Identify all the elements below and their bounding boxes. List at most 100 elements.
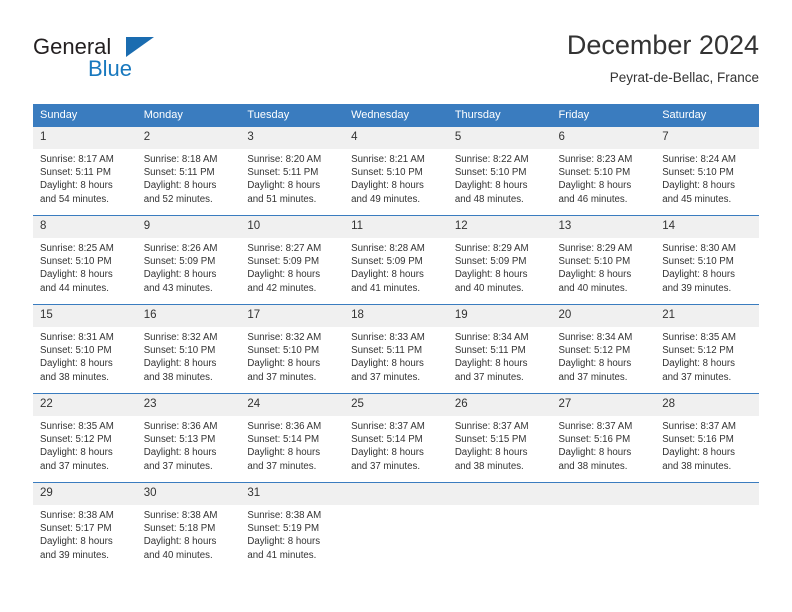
day-cell[interactable]: 4 Sunrise: 8:21 AM Sunset: 5:10 PM Dayli… bbox=[344, 126, 448, 216]
day-cell[interactable]: 9 Sunrise: 8:26 AM Sunset: 5:09 PM Dayli… bbox=[136, 215, 241, 305]
daylight-text-line2: and 37 minutes. bbox=[143, 460, 213, 472]
daylight-text-line1: Daylight: 8 hours bbox=[454, 269, 528, 281]
sunrise-text: Sunrise: 8:20 AM bbox=[247, 154, 322, 165]
day-number: 14 bbox=[655, 216, 759, 238]
day-cell[interactable]: 21 Sunrise: 8:35 AM Sunset: 5:12 PM Dayl… bbox=[655, 304, 759, 394]
calendar-week-row: 1 Sunrise: 8:17 AM Sunset: 5:11 PM Dayli… bbox=[33, 126, 759, 216]
sunset-text: Sunset: 5:13 PM bbox=[143, 434, 216, 446]
daylight-text-line2: and 37 minutes. bbox=[351, 460, 421, 472]
day-details: Sunrise: 8:29 AM Sunset: 5:09 PM Dayligh… bbox=[448, 238, 552, 295]
day-details: Sunrise: 8:37 AM Sunset: 5:16 PM Dayligh… bbox=[655, 416, 759, 473]
sunset-text: Sunset: 5:10 PM bbox=[351, 167, 423, 179]
daylight-text-line2: and 45 minutes. bbox=[662, 193, 732, 205]
page-title: December 2024 bbox=[566, 30, 759, 60]
day-cell[interactable]: 18 Sunrise: 8:33 AM Sunset: 5:11 PM Dayl… bbox=[344, 304, 448, 394]
sunrise-text: Sunrise: 8:36 AM bbox=[247, 421, 322, 432]
sunset-text: Sunset: 5:16 PM bbox=[558, 434, 631, 446]
day-cell[interactable]: 10 Sunrise: 8:27 AM Sunset: 5:09 PM Dayl… bbox=[240, 215, 345, 305]
sunrise-text: Sunrise: 8:38 AM bbox=[40, 510, 114, 521]
day-cell[interactable]: 11 Sunrise: 8:28 AM Sunset: 5:09 PM Dayl… bbox=[344, 215, 448, 305]
sunrise-text: Sunrise: 8:35 AM bbox=[662, 332, 736, 343]
daylight-text-line1: Daylight: 8 hours bbox=[143, 180, 217, 192]
day-details: Sunrise: 8:30 AM Sunset: 5:10 PM Dayligh… bbox=[655, 238, 759, 295]
day-cell[interactable]: 15 Sunrise: 8:31 AM Sunset: 5:10 PM Dayl… bbox=[33, 304, 137, 394]
day-details: Sunrise: 8:35 AM Sunset: 5:12 PM Dayligh… bbox=[655, 327, 759, 384]
daylight-text-line2: and 42 minutes. bbox=[247, 282, 317, 294]
page-subtitle: Peyrat-de-Bellac, France bbox=[609, 70, 759, 85]
logo-text-blue: Blue bbox=[88, 56, 133, 81]
day-details: Sunrise: 8:38 AM Sunset: 5:17 PM Dayligh… bbox=[33, 505, 137, 562]
day-cell[interactable]: 6 Sunrise: 8:23 AM Sunset: 5:10 PM Dayli… bbox=[551, 126, 656, 216]
daylight-text-line1: Daylight: 8 hours bbox=[247, 180, 321, 192]
weekday-header-friday: Friday bbox=[551, 104, 656, 127]
sunrise-text: Sunrise: 8:36 AM bbox=[143, 421, 218, 432]
day-cell[interactable]: 3 Sunrise: 8:20 AM Sunset: 5:11 PM Dayli… bbox=[240, 126, 345, 216]
daylight-text-line1: Daylight: 8 hours bbox=[40, 447, 113, 459]
day-cell[interactable]: 14 Sunrise: 8:30 AM Sunset: 5:10 PM Dayl… bbox=[655, 215, 759, 305]
daylight-text-line1: Daylight: 8 hours bbox=[247, 447, 321, 459]
day-cell[interactable]: 29 Sunrise: 8:38 AM Sunset: 5:17 PM Dayl… bbox=[33, 482, 137, 571]
daylight-text-line1: Daylight: 8 hours bbox=[40, 269, 113, 281]
sunrise-text: Sunrise: 8:34 AM bbox=[558, 332, 633, 343]
day-number: 24 bbox=[240, 394, 345, 416]
daylight-text-line2: and 37 minutes. bbox=[351, 371, 421, 383]
daylight-text-line2: and 43 minutes. bbox=[143, 282, 213, 294]
day-cell[interactable]: 25 Sunrise: 8:37 AM Sunset: 5:14 PM Dayl… bbox=[344, 393, 448, 483]
day-cell[interactable]: 19 Sunrise: 8:34 AM Sunset: 5:11 PM Dayl… bbox=[447, 304, 552, 394]
sunset-text: Sunset: 5:11 PM bbox=[351, 345, 423, 357]
day-cell[interactable]: 23 Sunrise: 8:36 AM Sunset: 5:13 PM Dayl… bbox=[136, 393, 241, 483]
sunset-text: Sunset: 5:14 PM bbox=[351, 434, 423, 446]
daylight-text-line2: and 49 minutes. bbox=[351, 193, 421, 205]
sunset-text: Sunset: 5:10 PM bbox=[454, 167, 527, 179]
sunrise-text: Sunrise: 8:32 AM bbox=[247, 332, 322, 343]
sunrise-text: Sunrise: 8:38 AM bbox=[143, 510, 218, 521]
sunset-text: Sunset: 5:10 PM bbox=[40, 256, 112, 268]
day-cell[interactable]: 5 Sunrise: 8:22 AM Sunset: 5:10 PM Dayli… bbox=[447, 126, 552, 216]
day-number: 17 bbox=[240, 305, 345, 327]
day-cell-empty bbox=[551, 482, 656, 571]
day-details: Sunrise: 8:20 AM Sunset: 5:11 PM Dayligh… bbox=[240, 149, 344, 206]
generalblue-logo[interactable]: General Blue bbox=[33, 34, 263, 90]
day-number: 4 bbox=[344, 127, 448, 149]
day-cell[interactable]: 8 Sunrise: 8:25 AM Sunset: 5:10 PM Dayli… bbox=[33, 215, 137, 305]
sunset-text: Sunset: 5:12 PM bbox=[662, 345, 734, 357]
day-cell[interactable]: 24 Sunrise: 8:36 AM Sunset: 5:14 PM Dayl… bbox=[240, 393, 345, 483]
day-number: 29 bbox=[33, 483, 137, 505]
day-cell[interactable]: 16 Sunrise: 8:32 AM Sunset: 5:10 PM Dayl… bbox=[136, 304, 241, 394]
daylight-text-line2: and 38 minutes. bbox=[40, 371, 109, 383]
day-cell[interactable]: 28 Sunrise: 8:37 AM Sunset: 5:16 PM Dayl… bbox=[655, 393, 759, 483]
sunset-text: Sunset: 5:10 PM bbox=[558, 167, 631, 179]
day-number: 19 bbox=[447, 305, 552, 327]
sunrise-text: Sunrise: 8:18 AM bbox=[143, 154, 218, 165]
day-cell[interactable]: 22 Sunrise: 8:35 AM Sunset: 5:12 PM Dayl… bbox=[33, 393, 137, 483]
day-cell[interactable]: 31 Sunrise: 8:38 AM Sunset: 5:19 PM Dayl… bbox=[240, 482, 345, 571]
sunrise-text: Sunrise: 8:38 AM bbox=[247, 510, 322, 521]
daylight-text-line2: and 38 minutes. bbox=[143, 371, 213, 383]
day-details: Sunrise: 8:34 AM Sunset: 5:12 PM Dayligh… bbox=[552, 327, 656, 384]
day-number bbox=[447, 483, 552, 505]
day-cell[interactable]: 26 Sunrise: 8:37 AM Sunset: 5:15 PM Dayl… bbox=[447, 393, 552, 483]
day-cell[interactable]: 2 Sunrise: 8:18 AM Sunset: 5:11 PM Dayli… bbox=[136, 126, 241, 216]
day-details bbox=[552, 505, 656, 509]
day-details: Sunrise: 8:37 AM Sunset: 5:15 PM Dayligh… bbox=[448, 416, 552, 473]
day-cell[interactable]: 17 Sunrise: 8:32 AM Sunset: 5:10 PM Dayl… bbox=[240, 304, 345, 394]
day-number: 7 bbox=[655, 127, 759, 149]
sunrise-text: Sunrise: 8:33 AM bbox=[351, 332, 425, 343]
day-cell[interactable]: 12 Sunrise: 8:29 AM Sunset: 5:09 PM Dayl… bbox=[447, 215, 552, 305]
day-details bbox=[448, 505, 552, 509]
day-cell[interactable]: 7 Sunrise: 8:24 AM Sunset: 5:10 PM Dayli… bbox=[655, 126, 759, 216]
day-cell[interactable]: 1 Sunrise: 8:17 AM Sunset: 5:11 PM Dayli… bbox=[33, 126, 137, 216]
day-details: Sunrise: 8:25 AM Sunset: 5:10 PM Dayligh… bbox=[33, 238, 137, 295]
sunset-text: Sunset: 5:15 PM bbox=[454, 434, 527, 446]
daylight-text-line2: and 37 minutes. bbox=[454, 371, 524, 383]
day-number bbox=[655, 483, 759, 505]
daylight-text-line1: Daylight: 8 hours bbox=[247, 536, 321, 548]
day-cell[interactable]: 20 Sunrise: 8:34 AM Sunset: 5:12 PM Dayl… bbox=[551, 304, 656, 394]
day-cell[interactable]: 27 Sunrise: 8:37 AM Sunset: 5:16 PM Dayl… bbox=[551, 393, 656, 483]
day-number: 13 bbox=[551, 216, 656, 238]
sunset-text: Sunset: 5:11 PM bbox=[247, 167, 319, 179]
day-cell[interactable]: 30 Sunrise: 8:38 AM Sunset: 5:18 PM Dayl… bbox=[136, 482, 241, 571]
sunset-text: Sunset: 5:11 PM bbox=[40, 167, 111, 179]
day-cell[interactable]: 13 Sunrise: 8:29 AM Sunset: 5:10 PM Dayl… bbox=[551, 215, 656, 305]
sunset-text: Sunset: 5:11 PM bbox=[454, 345, 526, 357]
